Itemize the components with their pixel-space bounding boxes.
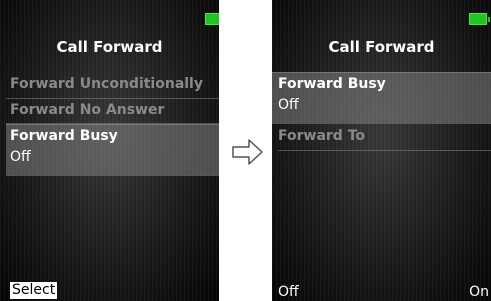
selected-item-value: Off	[10, 149, 31, 165]
off-softkey[interactable]: Off	[278, 284, 299, 300]
select-softkey[interactable]: Select	[10, 282, 58, 299]
left-phone-screen: Call Forward Forward Unconditionally For…	[0, 0, 219, 301]
screen-title: Call Forward	[56, 38, 163, 56]
selected-item-label: Forward Busy	[278, 76, 386, 92]
selected-item-value: Off	[278, 97, 299, 113]
menu-item-forward-no-answer[interactable]: Forward No Answer	[10, 102, 164, 118]
right-phone-screen: Call Forward Forward Busy Off Forward To…	[272, 0, 491, 301]
battery-icon	[205, 13, 219, 25]
menu-divider	[278, 150, 491, 151]
menu-item-forward-unconditionally[interactable]: Forward Unconditionally	[10, 76, 203, 92]
menu-divider	[6, 98, 219, 99]
selected-item-label: Forward Busy	[10, 128, 118, 144]
menu-item-forward-to[interactable]: Forward To	[278, 128, 365, 144]
battery-icon	[469, 13, 490, 25]
right-arrow-icon	[232, 139, 263, 165]
on-softkey[interactable]: On	[469, 284, 489, 300]
screen-title: Call Forward	[328, 38, 435, 56]
